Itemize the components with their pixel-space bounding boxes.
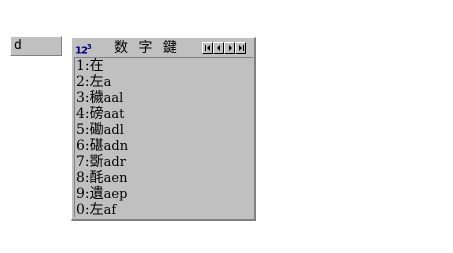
last-page-button[interactable] bbox=[235, 42, 246, 54]
candidate-titlebar: 123 数 字 鍵 bbox=[74, 39, 253, 57]
candidate-item[interactable]: 8:酕aen bbox=[75, 170, 253, 186]
candidate-item[interactable]: 1:在 bbox=[75, 58, 253, 74]
prev-page-icon bbox=[217, 45, 220, 51]
next-page-icon bbox=[229, 45, 232, 51]
input-method-title: 数 字 鍵 bbox=[114, 40, 180, 56]
candidate-item[interactable]: 7:斲adr bbox=[75, 154, 253, 170]
input-method-logo-icon[interactable]: 123 bbox=[75, 40, 92, 56]
candidate-item[interactable]: 5:磡adl bbox=[75, 122, 253, 138]
candidate-list: 1:在 2:左a 3:穢aal 4:磅aat 5:磡adl 6:碪adn 7:斲… bbox=[74, 57, 253, 218]
page-navigation bbox=[202, 42, 246, 54]
first-page-button[interactable] bbox=[202, 42, 213, 54]
candidate-item[interactable]: 3:穢aal bbox=[75, 90, 253, 106]
candidate-item[interactable]: 4:磅aat bbox=[75, 106, 253, 122]
candidate-item[interactable]: 2:左a bbox=[75, 74, 253, 90]
composition-window: d bbox=[10, 36, 62, 56]
candidate-item[interactable]: 6:碪adn bbox=[75, 138, 253, 154]
candidate-panel: 123 数 字 鍵 1:在 2:左a 3:穢aal 4:磅aat 5:磡adl … bbox=[71, 37, 256, 221]
candidate-item[interactable]: 0:左af bbox=[75, 202, 253, 218]
prev-page-button[interactable] bbox=[213, 42, 224, 54]
composition-text: d bbox=[14, 38, 22, 53]
candidate-item[interactable]: 9:遺aep bbox=[75, 186, 253, 202]
next-page-button[interactable] bbox=[224, 42, 235, 54]
first-page-icon bbox=[205, 45, 210, 51]
last-page-icon bbox=[239, 45, 244, 51]
